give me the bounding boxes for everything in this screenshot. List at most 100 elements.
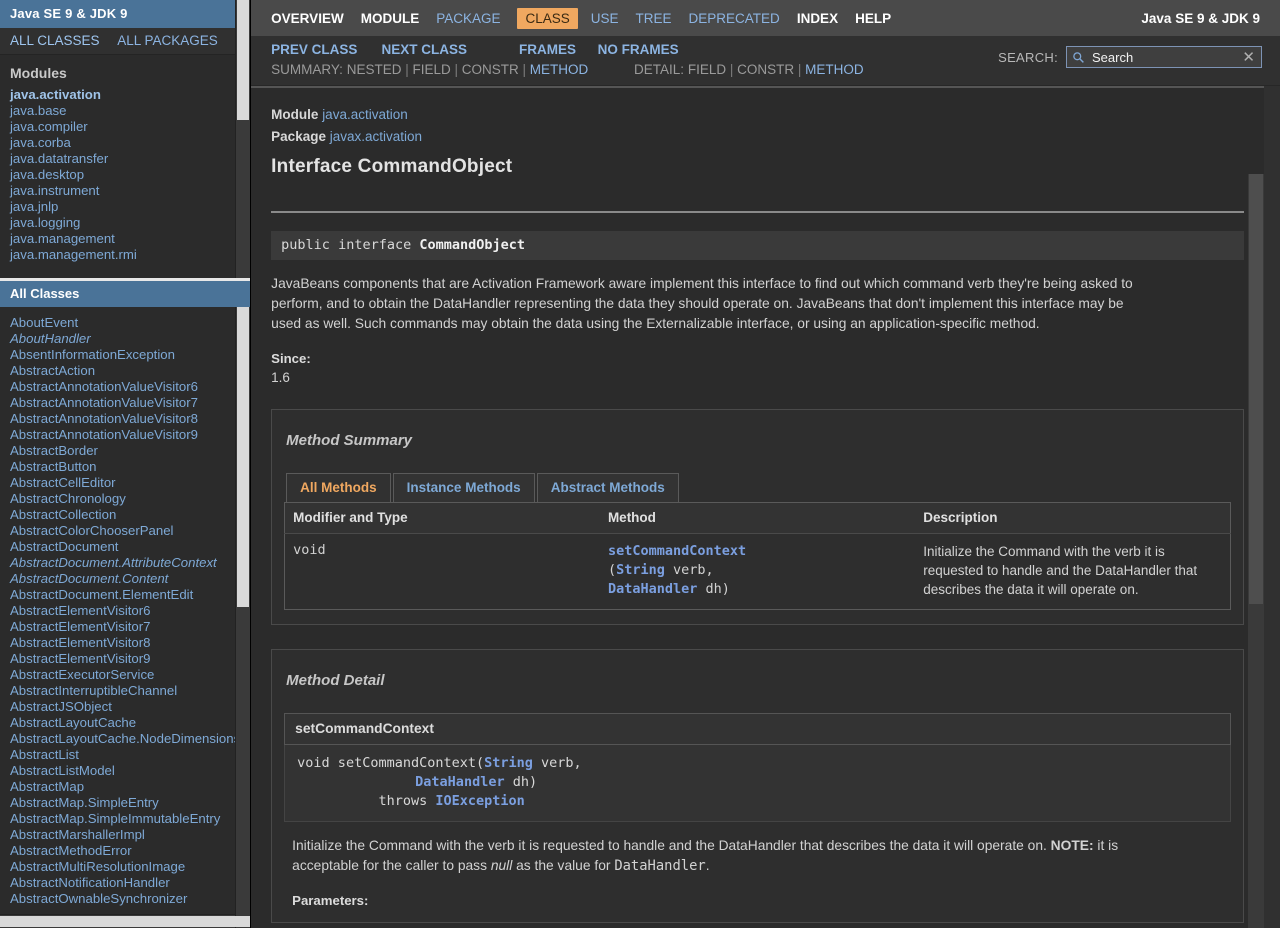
class-list-item[interactable]: AbstractAction <box>10 363 240 379</box>
nav-item-overview[interactable]: OVERVIEW <box>271 11 344 26</box>
class-list-item[interactable]: AbstractExecutorService <box>10 667 240 683</box>
sig-type-datahandler[interactable]: DataHandler <box>415 774 504 790</box>
class-list-item[interactable]: AbstractDocument.ElementEdit <box>10 587 240 603</box>
class-list-item[interactable]: AbstractChronology <box>10 491 240 507</box>
class-list-item[interactable]: AbstractCellEditor <box>10 475 240 491</box>
module-list-item[interactable]: java.compiler <box>10 119 240 135</box>
class-list-item[interactable]: AbstractElementVisitor6 <box>10 603 240 619</box>
classes-horizontal-scrollbar[interactable] <box>0 914 235 928</box>
module-list-item[interactable]: java.management <box>10 231 240 247</box>
next-class-link[interactable]: NEXT CLASS <box>381 42 467 57</box>
javadoc-page: Java SE 9 & JDK 9 ALL CLASSES ALL PACKAG… <box>0 0 1280 928</box>
type-description: JavaBeans components that are Activation… <box>271 274 1151 334</box>
nav-item-module[interactable]: MODULE <box>361 11 420 26</box>
method-description: Initialize the Command with the verb it … <box>292 836 1172 876</box>
frames-link[interactable]: FRAMES <box>519 42 576 57</box>
module-list-item[interactable]: java.logging <box>10 215 240 231</box>
scrollbar-thumb[interactable] <box>0 916 250 927</box>
module-list-item[interactable]: java.corba <box>10 135 240 151</box>
classes-vertical-scrollbar[interactable] <box>235 307 250 928</box>
class-list-item[interactable]: AbstractNotificationHandler <box>10 875 240 891</box>
module-link[interactable]: java.activation <box>322 107 408 122</box>
nav-item-package[interactable]: PACKAGE <box>436 11 500 26</box>
method-summary-heading: Method Summary <box>286 432 1231 449</box>
scrollbar-thumb[interactable] <box>237 307 249 607</box>
nav-item-class[interactable]: CLASS <box>517 8 577 29</box>
class-list-item[interactable]: AbstractJSObject <box>10 699 240 715</box>
module-list-item[interactable]: java.desktop <box>10 167 240 183</box>
module-list-item[interactable]: java.management.rmi <box>10 247 240 263</box>
class-list-item[interactable]: AbstractElementVisitor9 <box>10 651 240 667</box>
nav-item-tree[interactable]: TREE <box>636 11 672 26</box>
clear-icon[interactable]: ✕ <box>1242 48 1257 66</box>
separator: | <box>726 62 737 77</box>
class-list-item[interactable]: AbstractMap <box>10 779 240 795</box>
class-list-item[interactable]: AbstractMethodError <box>10 843 240 859</box>
nav-item-use[interactable]: USE <box>591 11 619 26</box>
param-type-string[interactable]: String <box>616 562 665 578</box>
class-list-item[interactable]: AbstractAnnotationValueVisitor8 <box>10 411 240 427</box>
class-list-item[interactable]: AbstractLayoutCache.NodeDimensions <box>10 731 240 747</box>
class-list-item[interactable]: AbstractCollection <box>10 507 240 523</box>
module-list-item[interactable]: java.activation <box>10 87 240 103</box>
modules-vertical-scrollbar[interactable] <box>235 0 250 281</box>
scrollbar-thumb[interactable] <box>1249 174 1263 604</box>
class-list-item[interactable]: AbstractList <box>10 747 240 763</box>
detail-link-method[interactable]: METHOD <box>805 62 864 77</box>
class-list-item[interactable]: AbstractDocument <box>10 539 240 555</box>
class-list-item[interactable]: AbstractOwnableSynchronizer <box>10 891 240 907</box>
summary-link-method[interactable]: METHOD <box>530 62 589 77</box>
class-list-item[interactable]: AbstractListModel <box>10 763 240 779</box>
method-link[interactable]: setCommandContext <box>608 543 746 559</box>
module-list-item[interactable]: java.jnlp <box>10 199 240 215</box>
nav-item-deprecated[interactable]: DEPRECATED <box>689 11 780 26</box>
class-list-item[interactable]: AbstractMap.SimpleEntry <box>10 795 240 811</box>
scrollbar-thumb[interactable] <box>237 0 249 120</box>
sig-type-ioexception[interactable]: IOException <box>435 793 524 809</box>
module-list-item[interactable]: java.datatransfer <box>10 151 240 167</box>
class-list-item[interactable]: AbstractDocument.Content <box>10 571 240 587</box>
no-frames-link[interactable]: NO FRAMES <box>598 42 679 57</box>
search-input[interactable]: Search ✕ <box>1066 46 1262 68</box>
module-list-item[interactable]: java.base <box>10 103 240 119</box>
class-list-item[interactable]: AbstractDocument.AttributeContext <box>10 555 240 571</box>
detail-link-field: FIELD <box>688 62 726 77</box>
class-list-item[interactable]: AbstractMarshallerImpl <box>10 827 240 843</box>
package-link[interactable]: javax.activation <box>330 129 422 144</box>
class-list-item[interactable]: AbstractAnnotationValueVisitor7 <box>10 395 240 411</box>
content-vertical-scrollbar[interactable] <box>1248 174 1264 928</box>
class-list-item[interactable]: AbstractBorder <box>10 443 240 459</box>
class-list-item[interactable]: AbstractAnnotationValueVisitor6 <box>10 379 240 395</box>
class-list-item[interactable]: AbstractInterruptibleChannel <box>10 683 240 699</box>
class-list-item[interactable]: AbstractColorChooserPanel <box>10 523 240 539</box>
class-list-item[interactable]: AbstractMultiResolutionImage <box>10 859 240 875</box>
summary-label: SUMMARY: <box>271 62 343 77</box>
class-list-item[interactable]: AbsentInformationException <box>10 347 240 363</box>
class-list-item[interactable]: AbstractElementVisitor7 <box>10 619 240 635</box>
tab-instance-methods[interactable]: Instance Methods <box>393 473 535 502</box>
nav-item-index[interactable]: INDEX <box>797 11 838 26</box>
class-list-item[interactable]: AbstractMap.SimpleImmutableEntry <box>10 811 240 827</box>
class-list-item[interactable]: AbstractElementVisitor8 <box>10 635 240 651</box>
all-classes-link[interactable]: ALL CLASSES <box>10 33 100 48</box>
modules-list: java.activationjava.basejava.compilerjav… <box>0 87 250 263</box>
desc-note-label: NOTE: <box>1051 838 1094 853</box>
column-header-method: Method <box>600 503 915 534</box>
tab-abstract-methods[interactable]: Abstract Methods <box>537 473 679 502</box>
class-list-item[interactable]: AbstractAnnotationValueVisitor9 <box>10 427 240 443</box>
separator: | <box>794 62 805 77</box>
desc-part3: as the value for <box>512 858 614 873</box>
nav-item-help[interactable]: HELP <box>855 11 891 26</box>
param-type-datahandler[interactable]: DataHandler <box>608 581 697 597</box>
prev-class-link[interactable]: PREV CLASS <box>271 42 357 57</box>
module-list-item[interactable]: java.instrument <box>10 183 240 199</box>
class-list-item[interactable]: AbstractButton <box>10 459 240 475</box>
class-list-item[interactable]: AbstractLayoutCache <box>10 715 240 731</box>
all-packages-link[interactable]: ALL PACKAGES <box>117 33 218 48</box>
sig-type-string[interactable]: String <box>484 755 533 771</box>
class-list-item[interactable]: AboutHandler <box>10 331 240 347</box>
method-paren-open: ( <box>608 562 616 578</box>
tab-all-methods[interactable]: All Methods <box>286 473 391 502</box>
class-list-item[interactable]: AboutEvent <box>10 315 240 331</box>
divider <box>271 211 1244 213</box>
